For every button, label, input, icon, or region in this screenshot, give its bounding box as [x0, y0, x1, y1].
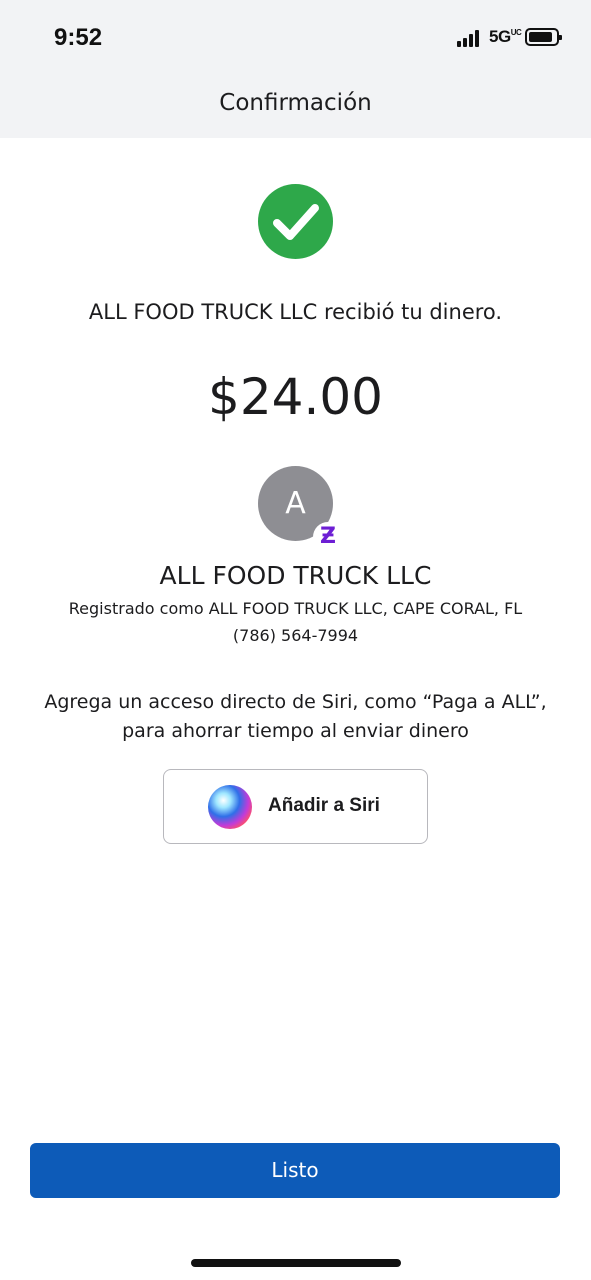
- navigation-bar: Confirmación: [0, 76, 591, 138]
- siri-shortcut-prompt: Agrega un acceso directo de Siri, como “…: [44, 691, 547, 742]
- recipient-name: ALL FOOD TRUCK LLC: [159, 561, 432, 590]
- zelle-badge-symbol: Ƶ: [320, 524, 336, 549]
- add-to-siri-label: Añadir a Siri: [268, 795, 380, 816]
- home-indicator[interactable]: [191, 1259, 401, 1267]
- network-indicator: 5GUC: [489, 27, 522, 47]
- status-time: 9:52: [54, 24, 103, 51]
- add-to-siri-button[interactable]: Añadir a Siri: [163, 769, 428, 844]
- done-button[interactable]: Listo: [30, 1143, 560, 1198]
- cellular-signal-icon: [457, 30, 483, 47]
- network-suffix: UC: [510, 28, 522, 37]
- battery-icon: [525, 28, 562, 46]
- network-label: 5G: [489, 27, 511, 46]
- siri-icon: [208, 785, 252, 829]
- success-check-icon: [258, 184, 333, 259]
- recipient-registration: Registrado como ALL FOOD TRUCK LLC, CAPE…: [68, 599, 523, 618]
- recipient-phone: (786) 564-7994: [232, 626, 359, 645]
- page-title: Confirmación: [219, 90, 372, 116]
- confirmation-message: ALL FOOD TRUCK LLC recibió tu dinero.: [88, 300, 503, 324]
- status-bar: 9:52 5GUC: [0, 0, 591, 76]
- payment-amount: $24.00: [208, 368, 383, 426]
- zelle-badge-icon: Ƶ: [313, 522, 343, 552]
